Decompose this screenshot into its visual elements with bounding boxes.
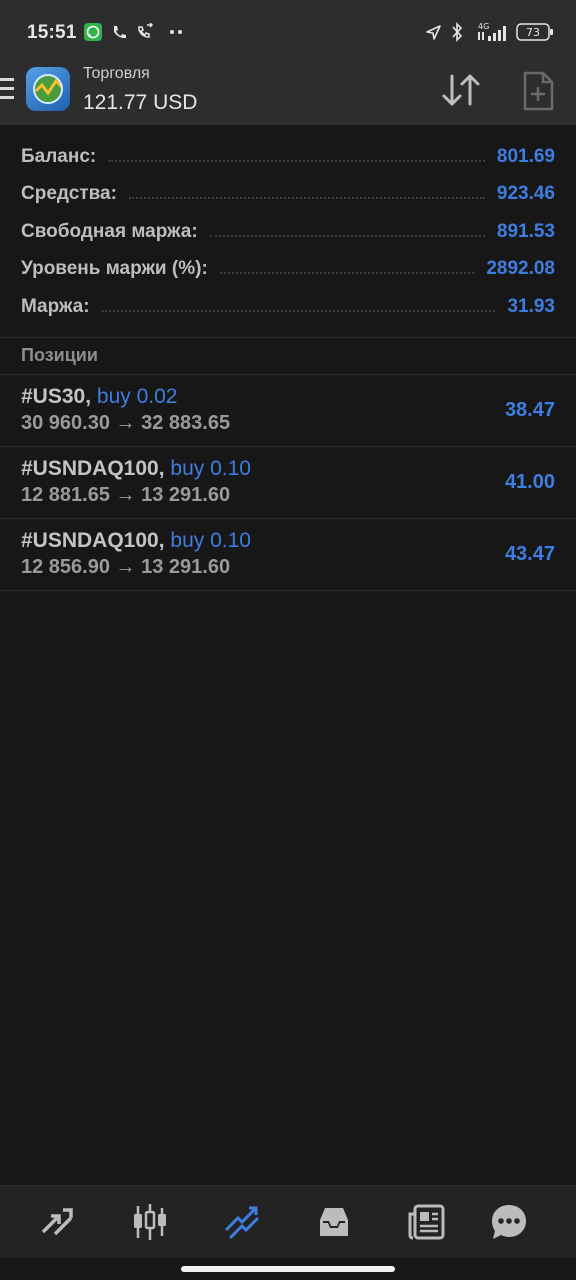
position-prices: 12 856.90 → 13 291.60 (21, 556, 231, 578)
position-row[interactable]: #US30, buy 0.02 30 960.30 → 32 883.65 38… (0, 375, 576, 447)
summary-row-margin-level: Уровень маржи (%): 2892.08 (0, 251, 576, 289)
position-symbol: #US30, (21, 385, 92, 408)
battery-level: 73 (526, 26, 540, 39)
position-profit: 41.00 (504, 471, 555, 493)
dotted-leader (108, 159, 485, 162)
position-header: #USNDAQ100, buy 0.10 (21, 529, 251, 553)
position-side: buy 0.02 (96, 385, 178, 408)
divider (0, 337, 576, 338)
position-symbol: #USNDAQ100, (21, 457, 165, 480)
summary-value: 31.93 (507, 295, 555, 317)
app-header: Торговля 121.77 USD (0, 58, 576, 125)
summary-label: Баланс: (21, 145, 97, 167)
summary-row-free-margin: Свободная маржа: 891.53 (0, 213, 576, 251)
summary-value: 2892.08 (486, 258, 555, 280)
position-side: buy 0.10 (170, 529, 251, 552)
position-side: buy 0.10 (170, 457, 251, 480)
new-order-icon[interactable] (520, 70, 556, 112)
account-summary: Баланс: 801.69 Средства: 923.46 Свободна… (0, 138, 576, 326)
chart-icon[interactable] (128, 1200, 172, 1244)
position-profit: 43.47 (504, 543, 555, 565)
network-type-label: 4G (478, 22, 489, 31)
home-indicator[interactable] (181, 1266, 395, 1272)
signal-icon: 4G (476, 20, 510, 44)
summary-row-balance: Баланс: 801.69 (0, 138, 576, 176)
sort-icon[interactable] (440, 70, 484, 110)
summary-label: Уровень маржи (%): (21, 258, 208, 280)
position-header: #US30, buy 0.02 (21, 385, 177, 409)
quotes-icon[interactable] (35, 1200, 79, 1244)
summary-label: Маржа: (21, 295, 90, 317)
battery-icon: 73 (516, 20, 554, 44)
position-row[interactable]: #USNDAQ100, buy 0.10 12 881.65 → 13 291.… (0, 447, 576, 519)
dotted-leader (219, 272, 475, 275)
status-bar: 15:51 4G 73 (0, 0, 576, 58)
metatrader-logo (26, 67, 70, 111)
dotted-leader (209, 234, 485, 237)
dotted-leader (128, 197, 485, 200)
whatsapp-icon (82, 20, 104, 44)
trade-icon[interactable] (220, 1200, 264, 1244)
bottom-nav (0, 1185, 576, 1258)
chat-icon[interactable] (487, 1200, 531, 1244)
location-arrow-icon (423, 20, 443, 44)
position-header: #USNDAQ100, buy 0.10 (21, 457, 251, 481)
summary-row-equity: Средства: 923.46 (0, 176, 576, 214)
bluetooth-icon (448, 20, 466, 44)
summary-value: 923.46 (496, 183, 555, 205)
status-time: 15:51 (27, 22, 77, 43)
summary-row-margin: Маржа: 31.93 (0, 288, 576, 326)
summary-label: Средства: (21, 183, 117, 205)
menu-icon[interactable] (0, 78, 15, 104)
phone-icon (109, 20, 129, 44)
positions-list: #US30, buy 0.02 30 960.30 → 32 883.65 38… (0, 375, 576, 591)
position-prices: 30 960.30 → 32 883.65 (21, 412, 231, 434)
position-prices: 12 881.65 → 13 291.60 (21, 484, 231, 506)
news-icon[interactable] (405, 1200, 449, 1244)
summary-value: 801.69 (496, 145, 555, 167)
position-profit: 38.47 (504, 399, 555, 421)
header-balance: 121.77 USD (83, 91, 198, 114)
page-title: Торговля (83, 65, 150, 82)
positions-section-title: Позиции (21, 345, 98, 365)
position-row[interactable]: #USNDAQ100, buy 0.10 12 856.90 → 13 291.… (0, 519, 576, 591)
more-dots-icon (168, 20, 184, 44)
summary-value: 891.53 (496, 220, 555, 242)
history-icon[interactable] (312, 1200, 356, 1244)
position-symbol: #USNDAQ100, (21, 529, 165, 552)
call-forward-icon (134, 20, 156, 44)
dotted-leader (101, 309, 496, 312)
summary-label: Свободная маржа: (21, 220, 198, 242)
